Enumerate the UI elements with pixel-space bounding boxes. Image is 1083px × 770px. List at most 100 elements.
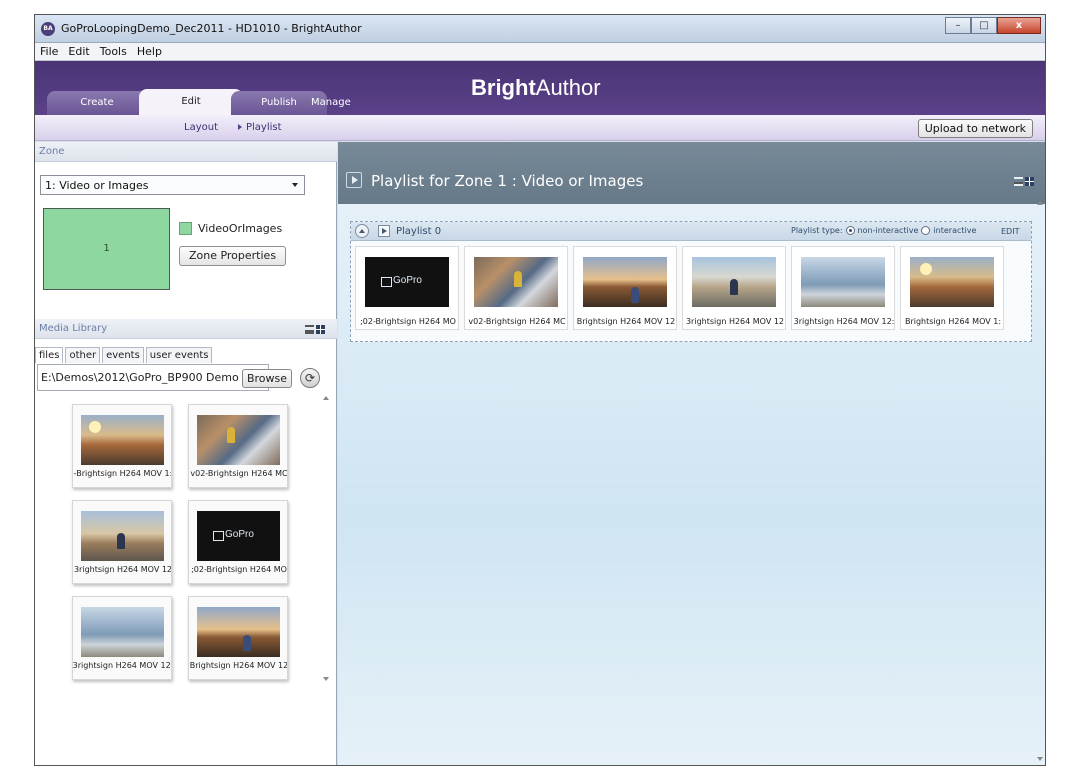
playlist-panel: Playlist for Zone 1 : Video or Images Pl…: [338, 142, 1045, 765]
play-icon[interactable]: [346, 172, 362, 188]
list-view-icon[interactable]: [1014, 177, 1023, 186]
menu-edit[interactable]: Edit: [63, 43, 94, 60]
media-item[interactable]: 3rightsign H264 MOV 12:: [72, 596, 172, 680]
media-item-caption: 3rightsign H264 MOV 12:: [72, 661, 172, 670]
menu-file[interactable]: File: [35, 43, 63, 60]
playlist-type-group: Playlist type: non-interactive interacti…: [791, 226, 976, 235]
chevron-down-icon: [292, 183, 298, 187]
collapse-icon[interactable]: [355, 224, 369, 238]
playlist-thumbnail: [365, 257, 449, 307]
brand-rest: Author: [535, 75, 601, 100]
playlist-item[interactable]: Brightsign H264 MOV 1:: [900, 246, 1004, 330]
browse-button[interactable]: Browse: [242, 369, 292, 388]
brand-logo: BrightAuthor: [471, 75, 601, 101]
zone-preview[interactable]: 1: [43, 208, 170, 290]
tab-events[interactable]: events: [102, 347, 144, 363]
tab-files[interactable]: files: [35, 347, 64, 363]
tab-other[interactable]: other: [65, 347, 101, 363]
media-item-caption: v02-Brightsign H264 MC: [190, 469, 288, 478]
media-thumbnail: [197, 607, 280, 657]
upload-to-network-button[interactable]: Upload to network: [917, 119, 1033, 138]
title-bar[interactable]: BA GoProLoopingDemo_Dec2011 - HD1010 - B…: [35, 15, 1045, 43]
playlist-item-caption: 3rightsign H264 MOV 12:: [793, 317, 895, 326]
media-item[interactable]: -Brightsign H264 MOV 1:: [72, 404, 172, 488]
media-path-field[interactable]: E:\Demos\2012\GoPro_BP900 Demo: [37, 364, 269, 391]
media-item-caption: ;02-Brightsign H264 MO: [191, 565, 287, 574]
maximize-button[interactable]: □: [971, 17, 997, 34]
scroll-down-icon[interactable]: [323, 677, 329, 681]
menu-tools[interactable]: Tools: [95, 43, 132, 60]
radio-non-interactive[interactable]: [845, 226, 855, 235]
refresh-icon[interactable]: ⟳: [300, 368, 320, 388]
media-thumbnail: [197, 415, 280, 465]
zone-name: VideoOrImages: [198, 222, 283, 235]
playlist-title: Playlist for Zone 1 : Video or Images: [371, 172, 644, 190]
minimize-button[interactable]: –: [945, 17, 971, 34]
playlist-scrollbar[interactable]: [1036, 201, 1044, 761]
playlist-item-caption: 3rightsign H264 MOV 12: [685, 317, 785, 326]
playlist-item[interactable]: Brightsign H264 MOV 12: [573, 246, 677, 330]
playlist-play-icon[interactable]: [378, 225, 390, 237]
media-thumbnail: [81, 607, 164, 657]
menu-bar: File Edit Tools Help: [35, 43, 1045, 61]
grid-view-icon[interactable]: [1025, 177, 1034, 186]
zone-properties-button[interactable]: Zone Properties: [179, 246, 286, 266]
playlist-bar: Playlist 0 Playlist type: non-interactiv…: [351, 222, 1031, 241]
playlist-item-caption: ;02-Brightsign H264 MO: [360, 317, 456, 326]
subnav-layout[interactable]: Layout: [184, 122, 218, 133]
app-icon: BA: [41, 22, 55, 36]
playlist-thumbnail: [692, 257, 776, 307]
tab-edit[interactable]: Edit: [139, 89, 243, 115]
media-tabs: files other events user events: [35, 347, 214, 363]
media-item-caption: Brightsign H264 MOV 12: [189, 661, 288, 670]
media-view-toggle: [305, 325, 325, 334]
tab-manage[interactable]: Manage: [311, 91, 391, 115]
grid-view-icon[interactable]: [316, 325, 325, 334]
menu-help[interactable]: Help: [132, 43, 167, 60]
media-item-caption: 3rightsign H264 MOV 12: [73, 565, 172, 574]
playlist-item[interactable]: v02-Brightsign H264 MC: [464, 246, 568, 330]
close-button[interactable]: x: [997, 17, 1041, 34]
app-window: BA GoProLoopingDemo_Dec2011 - HD1010 - B…: [34, 14, 1046, 766]
scroll-up-icon[interactable]: [1037, 201, 1043, 205]
brand-bold: Bright: [471, 75, 536, 100]
playlist-view-toggle: [1014, 177, 1034, 186]
media-item-caption: -Brightsign H264 MOV 1:: [73, 469, 172, 478]
playlist-item[interactable]: ;02-Brightsign H264 MO: [355, 246, 459, 330]
playlist-item[interactable]: 3rightsign H264 MOV 12:: [791, 246, 895, 330]
playlist-header: Playlist for Zone 1 : Video or Images: [338, 142, 1045, 204]
scroll-down-icon[interactable]: [1037, 757, 1043, 761]
window-title: GoProLoopingDemo_Dec2011 - HD1010 - Brig…: [61, 22, 362, 35]
playlist-type-label: Playlist type:: [791, 226, 843, 235]
media-thumbnail: [197, 511, 280, 561]
tab-create[interactable]: Create: [47, 91, 147, 115]
playlist-thumbnail: [474, 257, 558, 307]
bullet-icon: [238, 124, 242, 130]
scroll-up-icon[interactable]: [323, 396, 329, 400]
left-panel: Zone 1: Video or Images 1 VideoOrImages …: [35, 142, 337, 765]
radio-interactive-label: interactive: [933, 226, 977, 235]
radio-non-interactive-label: non-interactive: [857, 226, 919, 235]
media-library-scrollbar[interactable]: [322, 396, 330, 681]
media-item[interactable]: Brightsign H264 MOV 12: [188, 596, 288, 680]
media-item[interactable]: 3rightsign H264 MOV 12: [72, 500, 172, 584]
zone-section-header: Zone: [35, 142, 337, 162]
zone-dropdown[interactable]: 1: Video or Images: [40, 175, 305, 195]
playlist-thumbnail: [583, 257, 667, 307]
media-library-grid: -Brightsign H264 MOV 1: v02-Brightsign H…: [35, 392, 335, 765]
media-thumbnail: [81, 511, 164, 561]
radio-interactive[interactable]: [921, 226, 931, 235]
media-thumbnail: [81, 415, 164, 465]
media-item[interactable]: v02-Brightsign H264 MC: [188, 404, 288, 488]
playlist-item-caption: Brightsign H264 MOV 12: [576, 317, 676, 326]
tab-user-events[interactable]: user events: [145, 347, 213, 363]
subnav-playlist-label: Playlist: [246, 122, 282, 133]
app-header: Create Edit Publish Manage BrightAuthor: [35, 61, 1045, 115]
edit-link[interactable]: EDIT: [1001, 227, 1019, 236]
subnav-playlist[interactable]: Playlist: [238, 122, 282, 133]
list-view-icon[interactable]: [305, 325, 314, 334]
media-item[interactable]: ;02-Brightsign H264 MO: [188, 500, 288, 584]
playlist-item-caption: Brightsign H264 MOV 1:: [904, 317, 1002, 326]
media-library-header: Media Library: [35, 319, 337, 339]
playlist-item[interactable]: 3rightsign H264 MOV 12: [682, 246, 786, 330]
